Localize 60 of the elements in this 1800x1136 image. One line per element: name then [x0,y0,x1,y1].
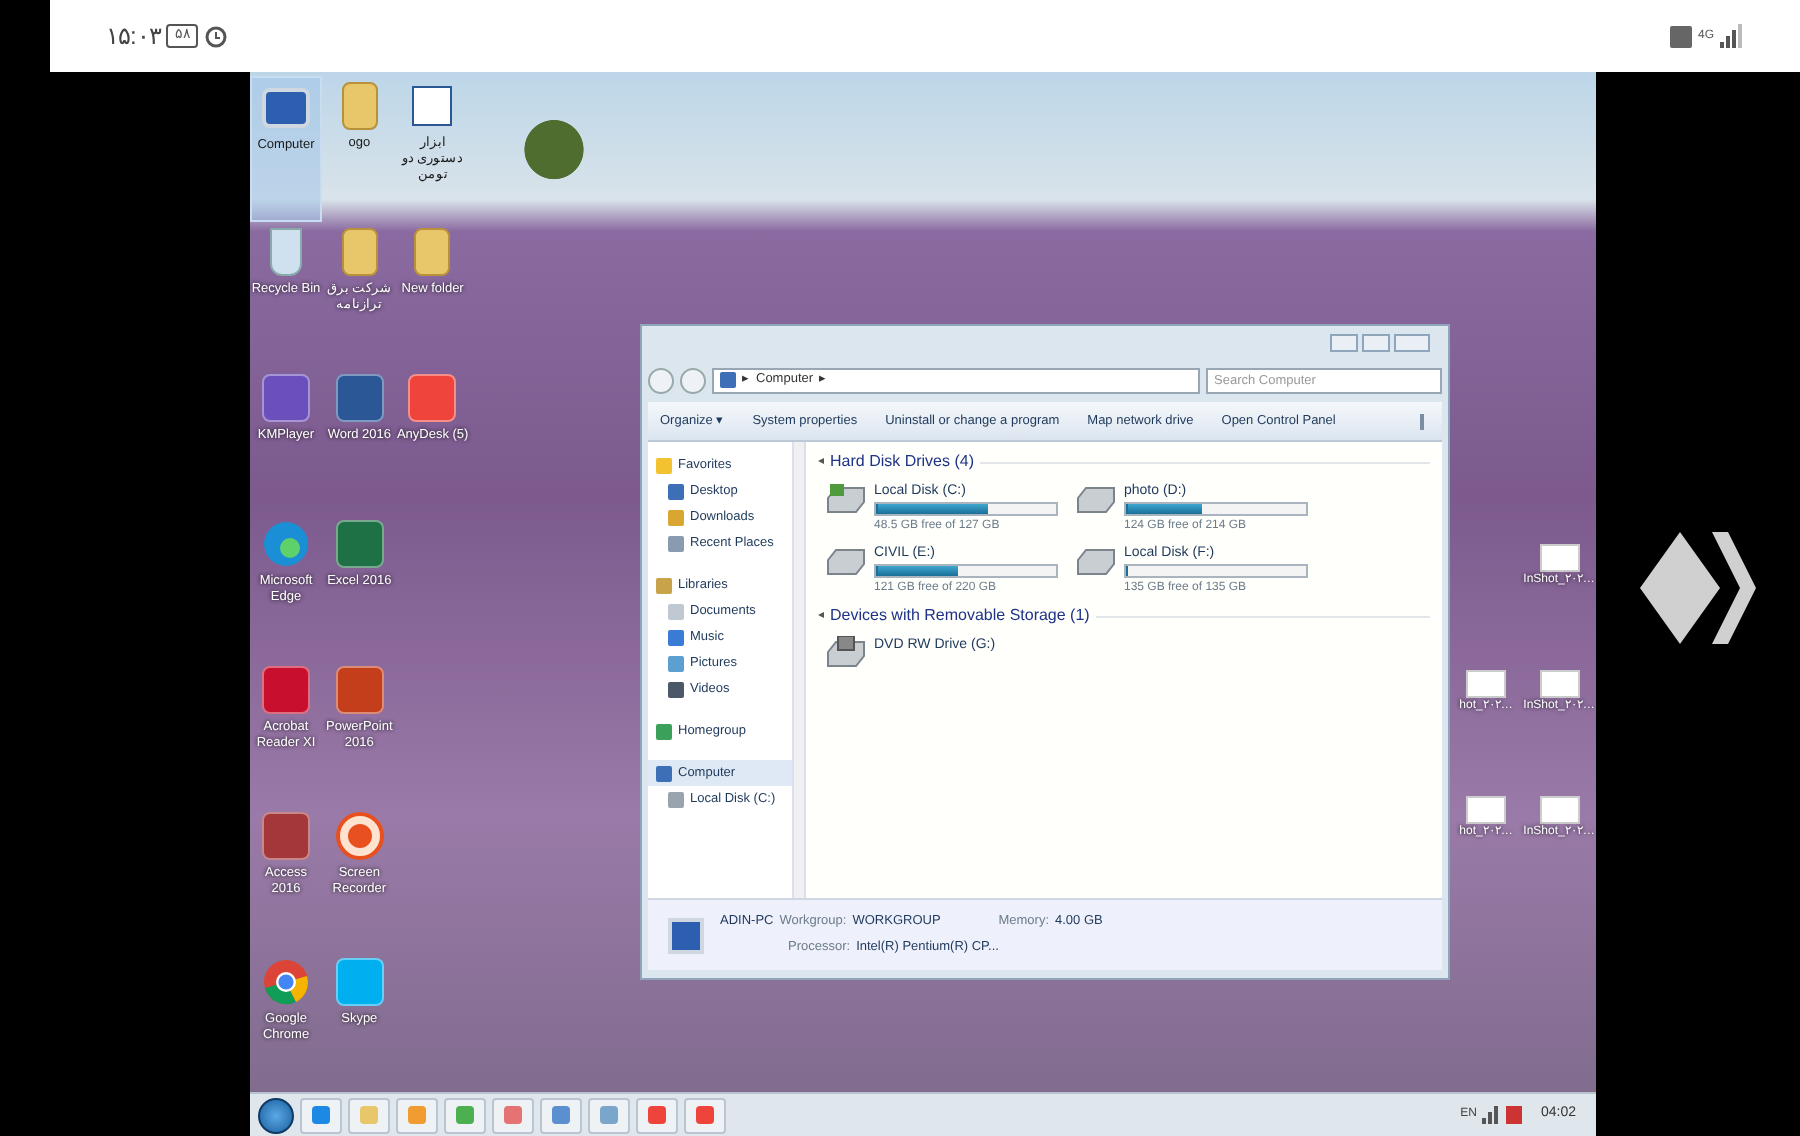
app-tile-icon [262,666,310,714]
folder-icon [341,228,378,276]
close-button[interactable] [1394,333,1430,351]
nav-item-icon [656,723,672,739]
app-tile-icon [335,374,384,422]
image-file-icon [1466,670,1506,698]
app-icon [408,1106,426,1124]
minimize-button[interactable] [1330,333,1358,351]
hard-drive-icon [1074,544,1118,576]
app-tile-icon [335,520,384,568]
image-file-icon [1539,796,1579,824]
computer-icon [668,917,704,953]
image-file-icon [1466,796,1506,824]
section-header[interactable]: Hard Disk Drives (4) [830,450,975,474]
recycle-bin-icon [270,228,302,276]
image-file-icon [1539,670,1579,698]
forward-button[interactable] [680,367,706,393]
app-icon [312,1106,330,1124]
image-file-icon [1539,544,1579,572]
app-icon [360,1106,378,1124]
app-icon [600,1106,618,1124]
start-button[interactable] [258,1097,294,1133]
taskbar-button[interactable] [684,1097,726,1133]
app-icon [504,1106,522,1124]
section-header[interactable]: Devices with Removable Storage (1) [830,604,1090,628]
diamond-chevron-logo [1636,528,1760,648]
chrome-icon [262,958,310,1006]
app-icon [648,1106,666,1124]
app-icon [456,1106,474,1124]
taskbar-button[interactable] [492,1097,534,1133]
network-icon[interactable] [1482,1106,1501,1124]
taskbar-button[interactable] [636,1097,678,1133]
hard-drive-icon [824,482,868,514]
app-tile-icon [335,666,384,714]
taskbar-button[interactable] [588,1097,630,1133]
hard-drive-icon [1074,482,1118,514]
app-tile-icon [262,374,310,422]
app-tile-icon [335,958,384,1006]
app-tile-icon [262,812,310,860]
alarm-icon [204,24,229,48]
folder-icon [341,82,378,130]
hard-drive-icon [824,544,868,576]
back-button[interactable] [648,367,674,393]
app-tile-icon [408,374,457,422]
taskbar-button[interactable] [444,1097,486,1133]
taskbar-button[interactable] [348,1097,390,1133]
optical-drive-icon [824,636,868,668]
app-icon [552,1106,570,1124]
monitor-icon [262,88,310,128]
folder-icon [414,228,451,276]
check-box-icon [1669,25,1692,47]
taskbar-button[interactable] [396,1097,438,1133]
maximize-button[interactable] [1362,333,1390,351]
scrollbar[interactable] [792,442,806,898]
app-icon [696,1106,714,1124]
signal-icon [1720,24,1744,48]
phone-time: ۱۵:۰۳ [106,20,161,54]
nav-item-icon [720,372,736,388]
taskbar-button[interactable] [540,1097,582,1133]
record-icon [335,812,384,860]
